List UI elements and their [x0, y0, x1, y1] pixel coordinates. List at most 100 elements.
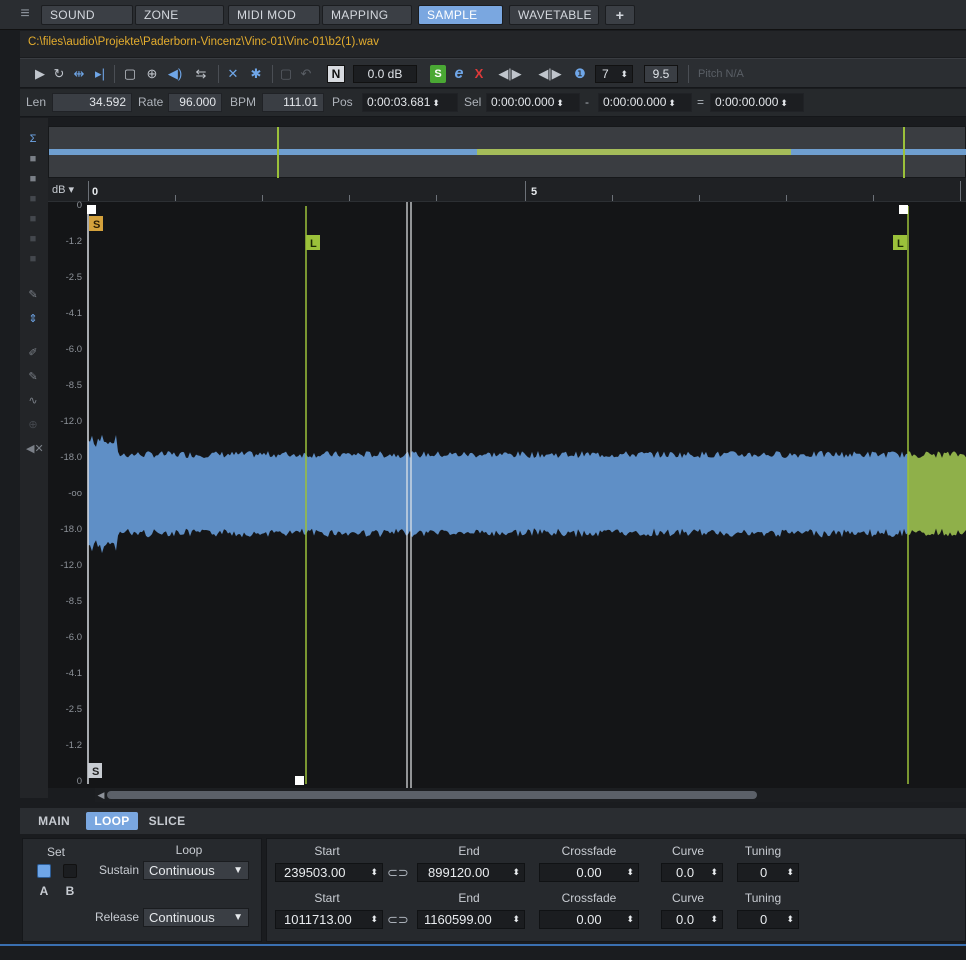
- channel-2-icon[interactable]: ■: [26, 252, 40, 266]
- sustain-start-header: Start: [314, 844, 340, 858]
- loop-play-icon[interactable]: ↻: [52, 65, 66, 83]
- horizontal-scrollbar[interactable]: ◀: [95, 788, 966, 802]
- sustain-start-field[interactable]: 239503.00 ⬍: [275, 863, 383, 882]
- release-end-header: End: [458, 891, 480, 905]
- play-to-cursor-icon[interactable]: ▸|: [92, 65, 108, 83]
- bpm-field[interactable]: 111.01: [262, 93, 324, 112]
- release-start-field[interactable]: 1011713.00 ⬍: [275, 910, 383, 929]
- ruler-tick: [960, 181, 961, 201]
- rate-field[interactable]: 96.000: [168, 93, 222, 112]
- sel-length-field[interactable]: 0:00:00.000 ⬍: [710, 93, 804, 112]
- crop-icon[interactable]: ▢: [278, 65, 294, 83]
- release-mode-dropdown[interactable]: Continuous ▼: [143, 908, 249, 927]
- release-start-header: Start: [314, 891, 340, 905]
- set-a-checkbox[interactable]: [37, 864, 51, 878]
- level-field[interactable]: 0.0 dB: [353, 65, 417, 83]
- time-ruler[interactable]: dB ▾ 0 5: [48, 178, 966, 202]
- draw-tool-icon[interactable]: ✎: [26, 370, 40, 384]
- ruler-tick: [88, 181, 89, 201]
- undo-icon[interactable]: ↶: [298, 65, 314, 83]
- range-tool-icon[interactable]: ⇕: [26, 312, 40, 326]
- zoom-icon[interactable]: ⊕: [144, 65, 160, 83]
- play-selection-icon[interactable]: ⇹: [70, 65, 88, 83]
- tab-mapping[interactable]: MAPPING: [322, 5, 412, 25]
- sel-end-field[interactable]: 0:00:00.000 ⬍: [598, 93, 692, 112]
- release-crossfade-field[interactable]: 0.00 ⬍: [539, 910, 639, 929]
- pitch-label: Pitch N/A: [698, 68, 744, 80]
- sustain-mode-dropdown[interactable]: Continuous ▼: [143, 861, 249, 880]
- snap-icon[interactable]: ⇆: [192, 65, 210, 83]
- tab-midi-mod[interactable]: MIDI MOD: [228, 5, 320, 25]
- sustain-crossfade-field[interactable]: 0.00 ⬍: [539, 863, 639, 882]
- db-scale-toggle[interactable]: dB ▾: [52, 183, 74, 196]
- tab-zone[interactable]: ZONE: [135, 5, 224, 25]
- add-tab-button[interactable]: +: [605, 5, 635, 25]
- tab-sound[interactable]: SOUND: [41, 5, 133, 25]
- sustain-curve-field[interactable]: 0.0 ⬍: [661, 863, 723, 882]
- set-b-label: B: [65, 884, 75, 898]
- move-marker-icon[interactable]: ◀|▶: [532, 65, 568, 83]
- play-icon[interactable]: ▶: [32, 65, 48, 83]
- view-mode-3-icon[interactable]: ■: [26, 192, 40, 206]
- ruler-tick: [175, 195, 176, 201]
- value-field[interactable]: 9.5: [644, 65, 678, 83]
- sel-start-field[interactable]: 0:00:00.000 ⬍: [486, 93, 580, 112]
- sustain-end-field[interactable]: 899120.00 ⬍: [417, 863, 525, 882]
- curve-tool-icon[interactable]: ∿: [26, 394, 40, 408]
- link-icon[interactable]: ⊂⊃: [387, 912, 409, 928]
- mute-icon[interactable]: ◀✕: [26, 442, 44, 456]
- waveform-display[interactable]: 0 -1.2 -2.5 -4.1 -6.0 -8.5 -12.0 -18.0 -oo -18.0-…: [48, 200, 966, 788]
- speaker-icon[interactable]: ◀): [166, 65, 184, 83]
- tab-main[interactable]: MAIN: [32, 812, 76, 830]
- sustain-marker-label: S: [92, 766, 99, 778]
- link-icon[interactable]: ⊂⊃: [387, 865, 409, 881]
- loop-end-label: L: [897, 238, 904, 250]
- release-end-field[interactable]: 1160599.00 ⬍: [417, 910, 525, 929]
- hamburger-icon[interactable]: ≡: [14, 4, 36, 24]
- tab-wavetable[interactable]: WAVETABLE: [509, 5, 599, 25]
- ruler-tick: [436, 195, 437, 201]
- len-field[interactable]: 34.592: [52, 93, 132, 112]
- overview-loop-region: [477, 149, 791, 155]
- tab-slice[interactable]: SLICE: [144, 812, 190, 830]
- delete-x-button[interactable]: X: [472, 65, 486, 83]
- zoom-tool-icon[interactable]: ⊕: [26, 418, 40, 432]
- pos-field[interactable]: 0:00:03.681 ⬍: [362, 93, 458, 112]
- bpm-label: BPM: [230, 95, 257, 109]
- solo-s-button[interactable]: S: [430, 65, 446, 83]
- move-left-right-icon[interactable]: ◀|▶: [492, 65, 528, 83]
- count-stepper[interactable]: 7 ⬍: [595, 65, 633, 83]
- release-tuning-field[interactable]: 0 ⬍: [737, 910, 799, 929]
- editor-tabs: MAIN LOOP SLICE: [20, 808, 966, 834]
- crossfade-icon[interactable]: ✕: [224, 65, 242, 83]
- view-mode-2-icon[interactable]: ■: [26, 172, 40, 186]
- edit-tool-icon[interactable]: ✎: [26, 288, 40, 302]
- select-range-icon[interactable]: ▢: [122, 65, 138, 83]
- sustain-tuning-field[interactable]: 0 ⬍: [737, 863, 799, 882]
- loop-start-handle: [295, 776, 304, 785]
- zero-crossing-icon[interactable]: ✱: [248, 65, 264, 83]
- waveform-loop-region: [908, 451, 966, 537]
- sustain-crossfade-header: Crossfade: [561, 844, 617, 858]
- edit-e-button[interactable]: e: [452, 65, 466, 83]
- ruler-tick: [612, 195, 613, 201]
- waveform-overview[interactable]: [48, 126, 966, 179]
- scroll-left-icon[interactable]: ◀: [95, 789, 107, 801]
- pos-label: Pos: [332, 95, 353, 109]
- info-circle-icon[interactable]: ❶: [572, 65, 588, 83]
- set-b-checkbox[interactable]: [63, 864, 77, 878]
- tab-sample[interactable]: SAMPLE: [418, 5, 503, 25]
- len-label: Len: [26, 95, 47, 109]
- channel-icon[interactable]: ■: [26, 232, 40, 246]
- top-tab-bar: ≡ SOUND ZONE MIDI MOD MAPPING SAMPLE WAV…: [0, 0, 966, 30]
- wrench-icon[interactable]: ✐: [26, 346, 40, 360]
- lr-icon[interactable]: ■: [26, 212, 40, 226]
- release-curve-field[interactable]: 0.0 ⬍: [661, 910, 723, 929]
- scrollbar-thumb[interactable]: [107, 791, 757, 799]
- view-mode-icon[interactable]: ■: [26, 152, 40, 166]
- tab-loop[interactable]: LOOP: [86, 812, 138, 830]
- sum-icon[interactable]: Σ: [26, 132, 40, 146]
- normalize-button[interactable]: N: [327, 65, 345, 83]
- file-path: C:\files\audio\Projekte\Paderborn-Vincen…: [28, 36, 379, 48]
- waveform-canvas: S S L L: [87, 202, 966, 788]
